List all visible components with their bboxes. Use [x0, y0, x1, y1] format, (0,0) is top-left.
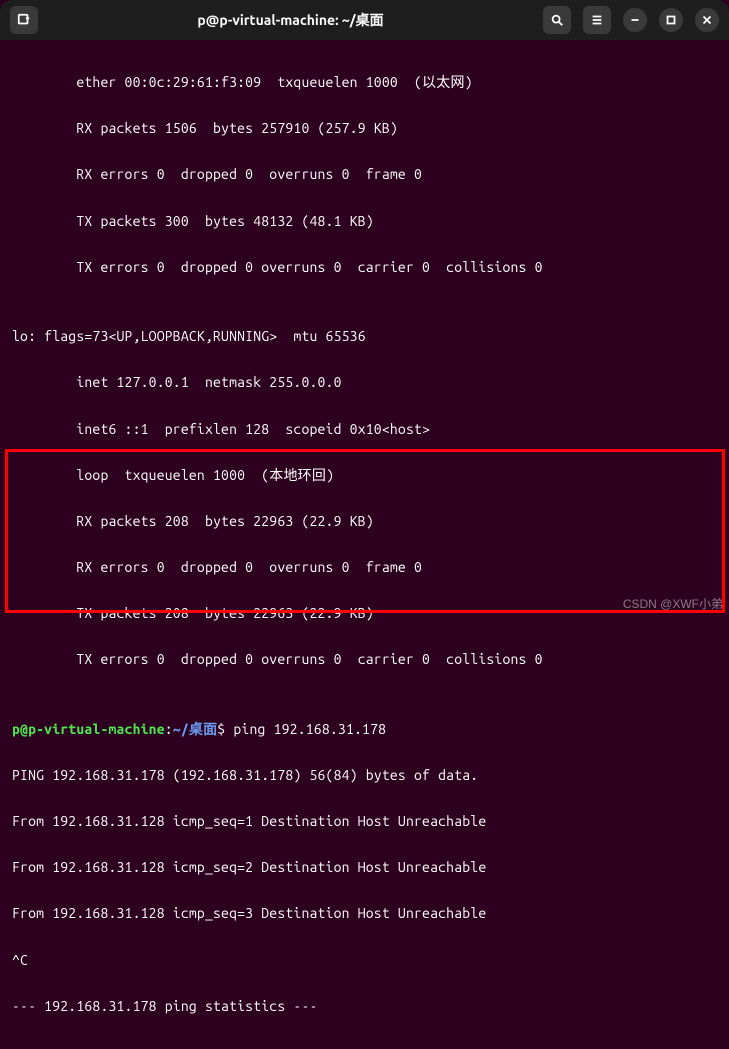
output-line: PING 192.168.31.178 (192.168.31.178) 56(…: [12, 764, 717, 787]
menu-button[interactable]: [583, 6, 611, 34]
output-line: --- 192.168.31.178 ping statistics ---: [12, 995, 717, 1018]
prompt-dollar: $: [217, 721, 233, 737]
output-line: TX errors 0 dropped 0 overruns 0 carrier…: [12, 648, 717, 671]
output-line: ^C: [12, 949, 717, 972]
output-line: RX errors 0 dropped 0 overruns 0 frame 0: [12, 163, 717, 186]
titlebar-left-controls: [10, 6, 38, 34]
maximize-button[interactable]: [659, 8, 683, 32]
new-tab-button[interactable]: [10, 6, 38, 34]
output-line: lo: flags=73<UP,LOOPBACK,RUNNING> mtu 65…: [12, 325, 717, 348]
output-line: loop txqueuelen 1000 (本地环回): [12, 464, 717, 487]
prompt-colon: :: [165, 721, 173, 737]
output-line: From 192.168.31.128 icmp_seq=3 Destinati…: [12, 902, 717, 925]
prompt-path: ~/桌面: [173, 721, 217, 737]
watermark-text: CSDN @XWF小弟: [623, 595, 723, 612]
prompt-user-host: p@p-virtual-machine: [12, 721, 165, 737]
output-line: TX errors 0 dropped 0 overruns 0 carrier…: [12, 256, 717, 279]
output-line: RX errors 0 dropped 0 overruns 0 frame 0: [12, 556, 717, 579]
search-button[interactable]: [543, 6, 571, 34]
window-title: p@p-virtual-machine: ~/桌面: [38, 10, 543, 30]
output-line: ether 00:0c:29:61:f3:09 txqueuelen 1000 …: [12, 71, 717, 94]
output-line: TX packets 300 bytes 48132 (48.1 KB): [12, 210, 717, 233]
output-line: RX packets 1506 bytes 257910 (257.9 KB): [12, 117, 717, 140]
output-line: From 192.168.31.128 icmp_seq=1 Destinati…: [12, 810, 717, 833]
output-line: RX packets 208 bytes 22963 (22.9 KB): [12, 510, 717, 533]
minimize-button[interactable]: [623, 8, 647, 32]
window-titlebar: p@p-virtual-machine: ~/桌面: [0, 0, 729, 40]
output-line: TX packets 208 bytes 22963 (22.9 KB): [12, 602, 717, 625]
terminal-output[interactable]: ether 00:0c:29:61:f3:09 txqueuelen 1000 …: [0, 40, 729, 1049]
close-button[interactable]: [695, 8, 719, 32]
command-text: ping 192.168.31.178: [233, 721, 386, 737]
titlebar-right-controls: [543, 6, 719, 34]
prompt-line: p@p-virtual-machine:~/桌面$ ping 192.168.3…: [12, 718, 717, 741]
output-line: inet 127.0.0.1 netmask 255.0.0.0: [12, 371, 717, 394]
output-line: From 192.168.31.128 icmp_seq=2 Destinati…: [12, 856, 717, 879]
output-line: inet6 ::1 prefixlen 128 scopeid 0x10<hos…: [12, 418, 717, 441]
